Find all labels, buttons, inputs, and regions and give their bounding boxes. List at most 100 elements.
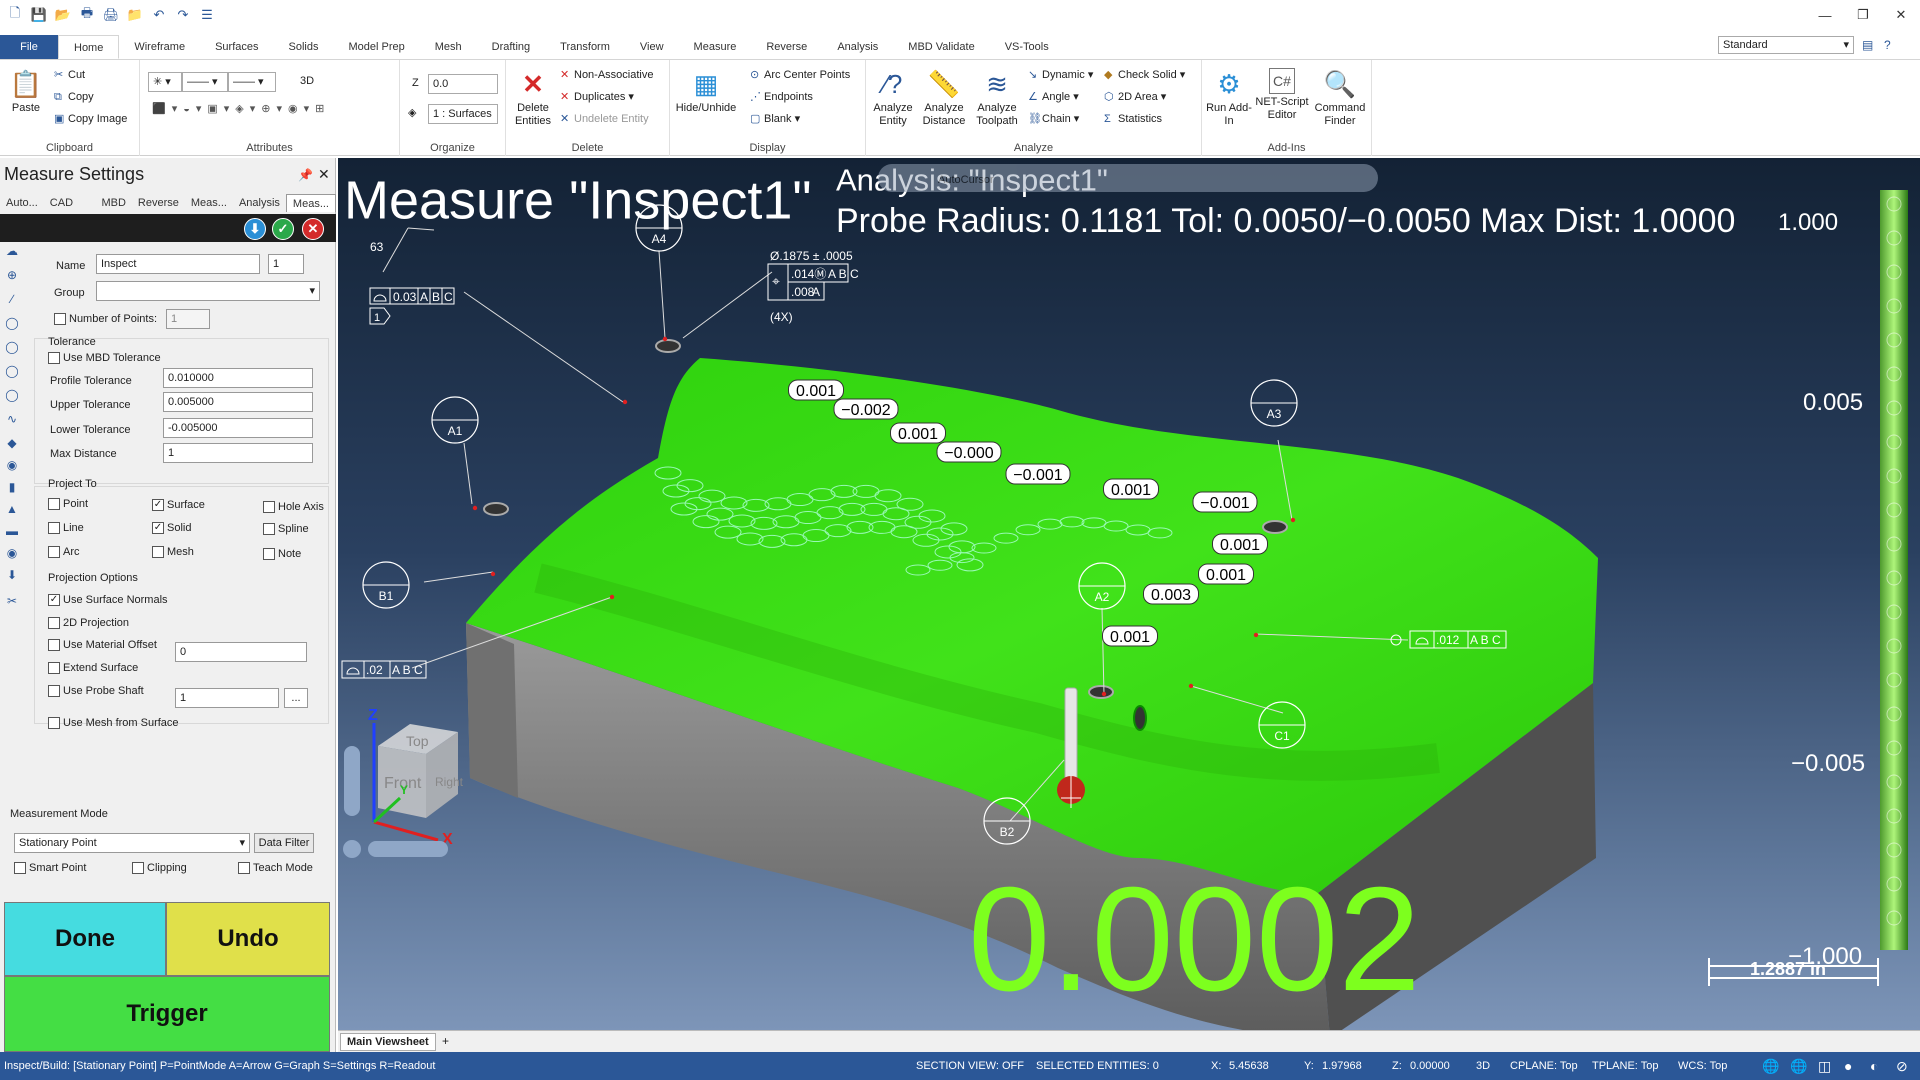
max-distance-input[interactable]: 1 [163, 443, 313, 463]
undelete-entity-button[interactable]: ✕ Undelete Entity [560, 110, 649, 128]
panel-tab-4[interactable]: Meas... [185, 194, 233, 212]
print-icon[interactable]: 🖶 [78, 5, 96, 24]
profile-tolerance-input[interactable]: 0.010000 [163, 368, 313, 388]
cube-top[interactable]: Top [406, 733, 429, 749]
plane-icon[interactable]: ▬ [4, 524, 20, 540]
check-solid-button[interactable]: ◆ Check Solid ▾ [1104, 66, 1185, 84]
data-filter-button[interactable]: Data Filter [254, 833, 314, 853]
use-mesh-from-surface-checkbox[interactable]: Use Mesh from Surface [48, 717, 179, 729]
tab-vs-tools[interactable]: VS-Tools [990, 35, 1064, 59]
panel-tab-2[interactable]: MBD [95, 194, 131, 212]
use-surface-normals-checkbox[interactable]: ✓ Use Surface Normals [48, 594, 168, 606]
configure-icon[interactable]: ☰ [198, 6, 216, 24]
main-viewsheet-tab[interactable]: Main Viewsheet [340, 1033, 436, 1051]
upper-tolerance-input[interactable]: 0.005000 [163, 392, 313, 412]
undo-button[interactable]: Undo [166, 902, 330, 976]
chain-button[interactable]: ⛓Chain ▾ [1028, 110, 1079, 128]
globe-icon[interactable]: 🌐 [1762, 1052, 1779, 1080]
angle-button[interactable]: ∠ Angle ▾ [1028, 88, 1079, 106]
redo-icon[interactable]: ↷ [174, 6, 192, 24]
print-preview-icon[interactable]: 🖨 [102, 6, 120, 24]
3d-mode[interactable]: 3D [300, 72, 314, 90]
tab-model-prep[interactable]: Model Prep [333, 35, 419, 59]
new-icon[interactable]: 🗋 [6, 5, 24, 24]
cube-right[interactable]: Right [435, 775, 464, 789]
level-select[interactable]: 1 : Surfaces [428, 104, 498, 124]
sphere-icon[interactable]: ◉ [4, 458, 20, 474]
close-window-icon[interactable]: ✕ [1882, 0, 1920, 30]
undo-icon[interactable]: ↶ [150, 6, 168, 24]
copy-image-button[interactable]: ▣ Copy Image [54, 110, 127, 128]
project-spline-checkbox[interactable]: Spline [263, 523, 309, 535]
panel-tab-6[interactable]: Meas... [285, 194, 336, 212]
minimize-icon[interactable]: — [1806, 0, 1844, 30]
ok-check-icon[interactable]: ✓ [272, 218, 294, 240]
pin-icon[interactable]: 📌 [298, 168, 313, 182]
trigger-button[interactable]: Trigger [4, 976, 330, 1052]
name-input[interactable]: Inspect [96, 254, 260, 274]
tab-mesh[interactable]: Mesh [420, 35, 477, 59]
name-spinner[interactable]: 1 [268, 254, 304, 274]
tab-drafting[interactable]: Drafting [477, 35, 546, 59]
probe-icon[interactable]: ◉ [4, 546, 20, 562]
project-solid-checkbox[interactable]: ✓ Solid [152, 522, 191, 534]
arc-icon[interactable]: ◯ [4, 340, 20, 356]
command-finder-button[interactable]: 🔍 Command Finder [1312, 68, 1368, 128]
endpoints-button[interactable]: ⋰ Endpoints [750, 88, 813, 106]
tplane-status[interactable]: TPLANE: Top [1592, 1052, 1658, 1080]
point-style-select[interactable]: ✳ ▾ [148, 72, 182, 92]
measurement-mode-select[interactable]: Stationary Point ▾ [14, 833, 250, 853]
tab-file[interactable]: File [0, 35, 58, 59]
hide-unhide-button[interactable]: ▦ Hide/Unhide [674, 68, 738, 115]
delete-entities-button[interactable]: ✕ Delete Entities [512, 68, 554, 128]
project-hole-axis-checkbox[interactable]: Hole Axis [263, 501, 324, 513]
settings-icon[interactable]: ⊘ [1896, 1052, 1908, 1080]
analyze-toolpath-button[interactable]: ≋ Analyze Toolpath [972, 68, 1022, 128]
circle-3pt-icon[interactable]: ◯ [4, 388, 20, 404]
spline-icon[interactable]: ∿ [4, 412, 20, 428]
num-points-input[interactable]: 1 [166, 309, 210, 329]
tab-solids[interactable]: Solids [274, 35, 334, 59]
run-addin-button[interactable]: ⚙ Run Add-In [1206, 68, 1252, 128]
tab-analysis[interactable]: Analysis [822, 35, 893, 59]
tab-mbd-validate[interactable]: MBD Validate [893, 35, 989, 59]
shaded-icon[interactable]: ◐ [1870, 1052, 1878, 1080]
globe-icon-2[interactable]: 🌐 [1790, 1052, 1807, 1080]
line-icon[interactable]: ∕ [4, 292, 20, 308]
project-mesh-checkbox[interactable]: Mesh [152, 546, 194, 558]
autocursor-toolbar[interactable]: AutoCursor [878, 164, 1378, 192]
cylinder-icon[interactable]: ▮ [4, 480, 20, 496]
tab-transform[interactable]: Transform [545, 35, 625, 59]
wireframe-icon[interactable]: ◫ [1818, 1052, 1831, 1080]
rotate-icon[interactable] [343, 840, 361, 858]
attribute-icons[interactable]: ⬛▾◒▾▣▾◈▾⊕▾◉▾⊞ [152, 100, 330, 118]
use-material-offset-checkbox[interactable]: Use Material Offset [48, 639, 157, 651]
teach-mode-checkbox[interactable]: Teach Mode [238, 862, 313, 874]
project-icon[interactable]: ⬇ [4, 568, 20, 584]
probe-shaft-input[interactable]: 1 [175, 688, 279, 708]
tab-surfaces[interactable]: Surfaces [200, 35, 273, 59]
line-width-select[interactable]: —— ▾ [228, 72, 276, 92]
pan-vertical[interactable] [344, 746, 360, 816]
net-script-editor-button[interactable]: C# NET-Script Editor [1254, 68, 1310, 122]
autocursor-label[interactable]: AutoCursor [938, 174, 994, 186]
extend-surface-checkbox[interactable]: Extend Surface [48, 662, 138, 674]
statistics-button[interactable]: Σ Statistics [1104, 110, 1162, 128]
tab-view[interactable]: View [625, 35, 679, 59]
open-icon[interactable]: 📂 [54, 6, 72, 24]
use-mbd-tolerance-checkbox[interactable]: Use MBD Tolerance [48, 352, 161, 364]
section-view-status[interactable]: SECTION VIEW: OFF [916, 1052, 1024, 1080]
analyze-entity-button[interactable]: ⁄? Analyze Entity [870, 68, 916, 128]
tab-reverse[interactable]: Reverse [751, 35, 822, 59]
paste-button[interactable]: 📋 Paste [6, 68, 46, 115]
pan-horizontal[interactable] [368, 841, 448, 857]
non-associative-button[interactable]: ✕ Non-Associative [560, 66, 653, 84]
surface-icon[interactable]: ◆ [4, 436, 20, 452]
lower-tolerance-input[interactable]: -0.005000 [163, 418, 313, 438]
mode-3d-status[interactable]: 3D [1476, 1052, 1490, 1080]
panel-tab-3[interactable]: Reverse [132, 194, 185, 212]
cut-button[interactable]: ✂ Cut [54, 66, 85, 84]
cplane-status[interactable]: CPLANE: Top [1510, 1052, 1578, 1080]
fillet-icon[interactable]: ◯ [4, 364, 20, 380]
add-viewsheet-button[interactable]: + [442, 1034, 449, 1048]
